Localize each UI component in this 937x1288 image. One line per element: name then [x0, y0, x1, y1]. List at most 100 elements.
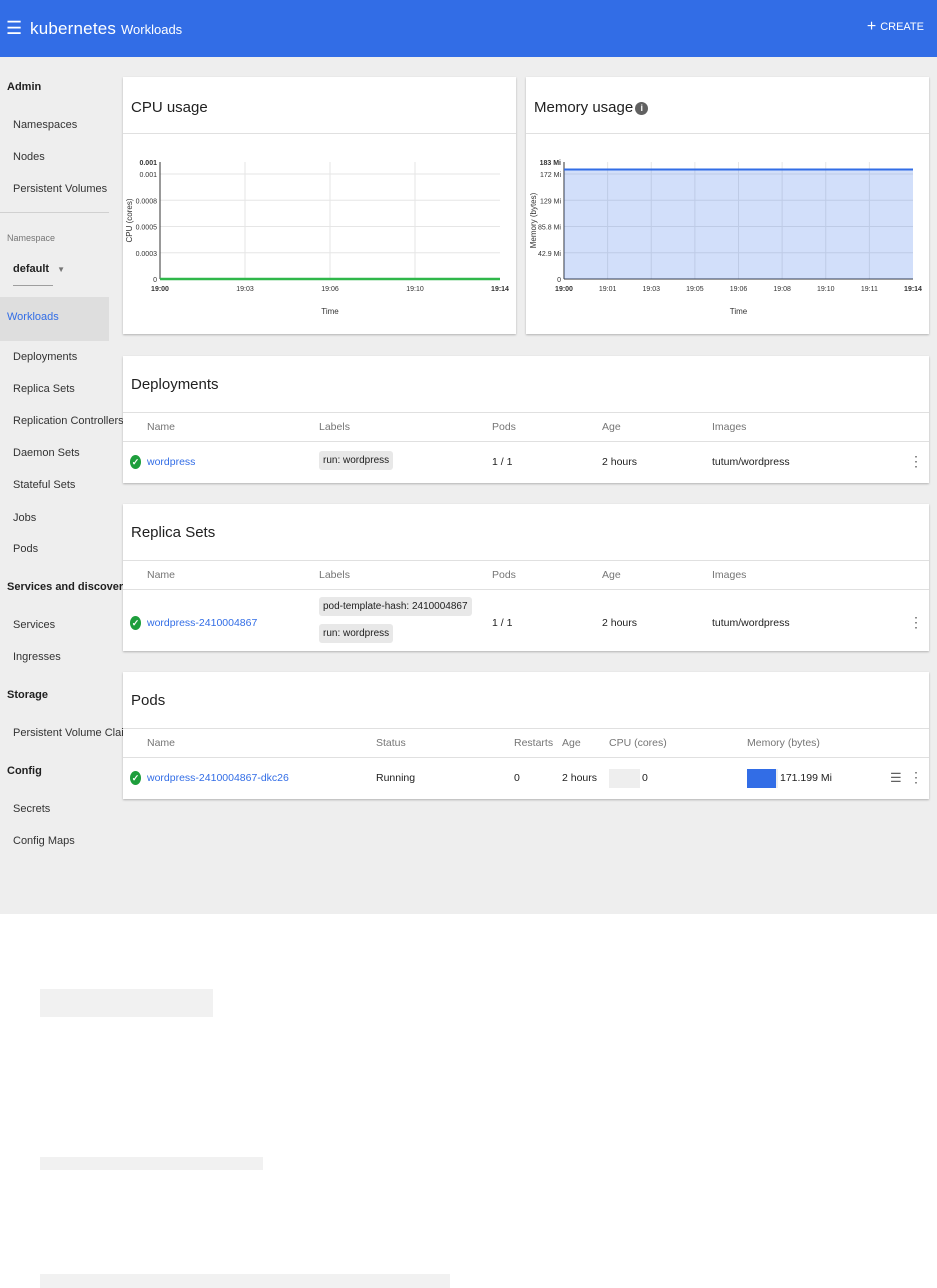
card-divider	[123, 728, 929, 729]
sidebar-item-pods[interactable]: Pods	[13, 543, 38, 555]
col-header-memory: Memory (bytes)	[747, 737, 820, 749]
deployment-age: 2 hours	[602, 456, 638, 468]
namespace-value: default	[13, 263, 50, 275]
namespace-select[interactable]: default ▼	[13, 263, 65, 286]
col-header-labels: Labels	[319, 421, 350, 433]
y-tick-label: 42.9 Mi	[538, 251, 561, 258]
kubernetes-logo[interactable]: kubernetes	[30, 19, 116, 39]
sidebar-item-stateful-sets[interactable]: Stateful Sets	[13, 479, 75, 491]
namespace-label: Namespace	[7, 233, 56, 243]
replica-sets-card: Replica Sets Name Labels Pods Age Images…	[123, 504, 929, 651]
sidebar-item-pvc[interactable]: Persistent Volume Claims	[13, 727, 138, 739]
col-header-name[interactable]: Name	[147, 569, 175, 581]
sidebar-item-persistent-volumes[interactable]: Persistent Volumes	[13, 183, 107, 195]
sidebar-section-services-discovery[interactable]: Services and discovery	[7, 581, 129, 593]
pod-restarts: 0	[514, 772, 520, 784]
sidebar: Admin Namespaces Nodes Persistent Volume…	[0, 57, 138, 914]
sidebar-divider	[0, 212, 109, 213]
pod-memory-value: 171.199 Mi	[780, 772, 832, 784]
sidebar-section-storage[interactable]: Storage	[7, 689, 48, 701]
col-header-restarts: Restarts	[514, 737, 554, 749]
x-tick-label: 19:06	[321, 286, 339, 293]
col-header-name[interactable]: Name	[147, 737, 175, 749]
more-vert-icon[interactable]: ⋮	[909, 770, 923, 784]
deployment-name-link[interactable]: wordpress	[147, 456, 195, 468]
x-tick-label: 19:14	[491, 286, 509, 293]
col-header-pods: Pods	[492, 421, 516, 433]
y-tick-label: 172 Mi	[540, 172, 561, 179]
col-header-name[interactable]: Name	[147, 421, 175, 433]
replica-sets-title: Replica Sets	[131, 524, 216, 541]
memory-sparkline-fill	[747, 769, 777, 788]
sidebar-section-admin[interactable]: Admin	[7, 81, 41, 93]
sidebar-item-services[interactable]: Services	[13, 619, 55, 631]
card-divider	[123, 412, 929, 413]
replica-set-name-link[interactable]: wordpress-2410004867	[147, 617, 257, 629]
plus-icon: +	[866, 18, 877, 35]
header-divider	[123, 441, 929, 442]
pods-title: Pods	[131, 692, 166, 709]
y-max-label: 0.001	[139, 160, 157, 167]
col-header-age[interactable]: Age	[602, 569, 621, 581]
y-tick-label: 0.0008	[136, 198, 158, 205]
col-header-images: Images	[712, 421, 747, 433]
x-tick-label: 19:06	[730, 286, 748, 293]
y-tick-label: 0.0003	[136, 251, 158, 258]
sidebar-item-secrets[interactable]: Secrets	[13, 803, 50, 815]
check-circle-icon: ✓	[130, 616, 141, 630]
sidebar-item-config-maps[interactable]: Config Maps	[13, 835, 75, 847]
y-tick-label: 85.8 Mi	[538, 225, 561, 232]
more-vert-icon[interactable]: ⋮	[909, 615, 923, 629]
loading-placeholder	[40, 1157, 263, 1170]
check-circle-icon: ✓	[130, 771, 141, 785]
x-tick-label: 19:01	[599, 286, 617, 293]
sidebar-item-replication-controllers[interactable]: Replication Controllers	[13, 415, 124, 427]
sidebar-item-daemon-sets[interactable]: Daemon Sets	[13, 447, 80, 459]
y-max-label: 183 Mi	[540, 160, 561, 167]
col-header-cpu: CPU (cores)	[609, 737, 667, 749]
col-header-status: Status	[376, 737, 406, 749]
x-tick-label: 19:08	[773, 286, 791, 293]
more-vert-icon[interactable]: ⋮	[909, 454, 923, 468]
x-axis-label: Time	[730, 307, 748, 316]
x-tick-label: 19:00	[555, 286, 573, 293]
sidebar-item-namespaces[interactable]: Namespaces	[13, 119, 77, 131]
header-divider	[123, 589, 929, 590]
col-header-age[interactable]: Age	[602, 421, 621, 433]
x-tick-label: 19:03	[642, 286, 660, 293]
header-divider	[123, 757, 929, 758]
label-chip: run: wordpress	[319, 624, 394, 643]
sidebar-section-config[interactable]: Config	[7, 765, 42, 777]
cpu-usage-chart: 0 0.0003 0.0005 0.0008 0.001 0.001 19:00 19:03 1…	[125, 160, 509, 316]
sidebar-item-deployments[interactable]: Deployments	[13, 351, 77, 363]
memory-usage-card: Memory usage i 0 42.9 Mi 85.8 Mi 129 Mi 172 M…	[526, 77, 929, 334]
pod-name-link[interactable]: wordpress-2410004867-dkc26	[147, 772, 289, 784]
x-tick-label: 19:14	[904, 286, 922, 293]
card-divider	[123, 560, 929, 561]
create-label: CREATE	[880, 21, 924, 33]
sidebar-item-replica-sets[interactable]: Replica Sets	[13, 383, 75, 395]
deployments-card: Deployments Name Labels Pods Age Images …	[123, 356, 929, 483]
y-tick-label: 0	[557, 277, 561, 284]
y-axis-label: CPU (cores)	[125, 198, 134, 242]
create-button[interactable]: + CREATE	[866, 18, 924, 35]
check-circle-icon: ✓	[130, 455, 141, 469]
deployment-images: tutum/wordpress	[712, 456, 790, 468]
cpu-sparkline	[609, 769, 640, 788]
sidebar-item-jobs[interactable]: Jobs	[13, 512, 36, 524]
memory-usage-chart: 0 42.9 Mi 85.8 Mi 129 Mi 172 Mi 183 Mi 19:00 19…	[529, 160, 922, 316]
sidebar-item-ingresses[interactable]: Ingresses	[13, 651, 61, 663]
sidebar-item-nodes[interactable]: Nodes	[13, 151, 45, 163]
label-chip: run: wordpress	[319, 451, 394, 470]
x-tick-label: 19:10	[406, 286, 424, 293]
top-app-bar: ☰ kubernetes Workloads + CREATE	[0, 0, 937, 57]
deployments-title: Deployments	[131, 376, 219, 393]
loading-placeholder	[40, 989, 213, 1017]
cpu-usage-card: CPU usage 0 0.0003 0.0005 0.0008 0.001 0.001 1…	[123, 77, 516, 334]
sidebar-item-workloads[interactable]: Workloads	[0, 297, 109, 341]
col-header-age[interactable]: Age	[562, 737, 581, 749]
logs-icon[interactable]: ☰	[890, 771, 902, 785]
deployment-pods: 1 / 1	[492, 456, 513, 468]
replica-set-images: tutum/wordpress	[712, 617, 790, 629]
hamburger-menu-icon[interactable]: ☰	[6, 18, 22, 38]
